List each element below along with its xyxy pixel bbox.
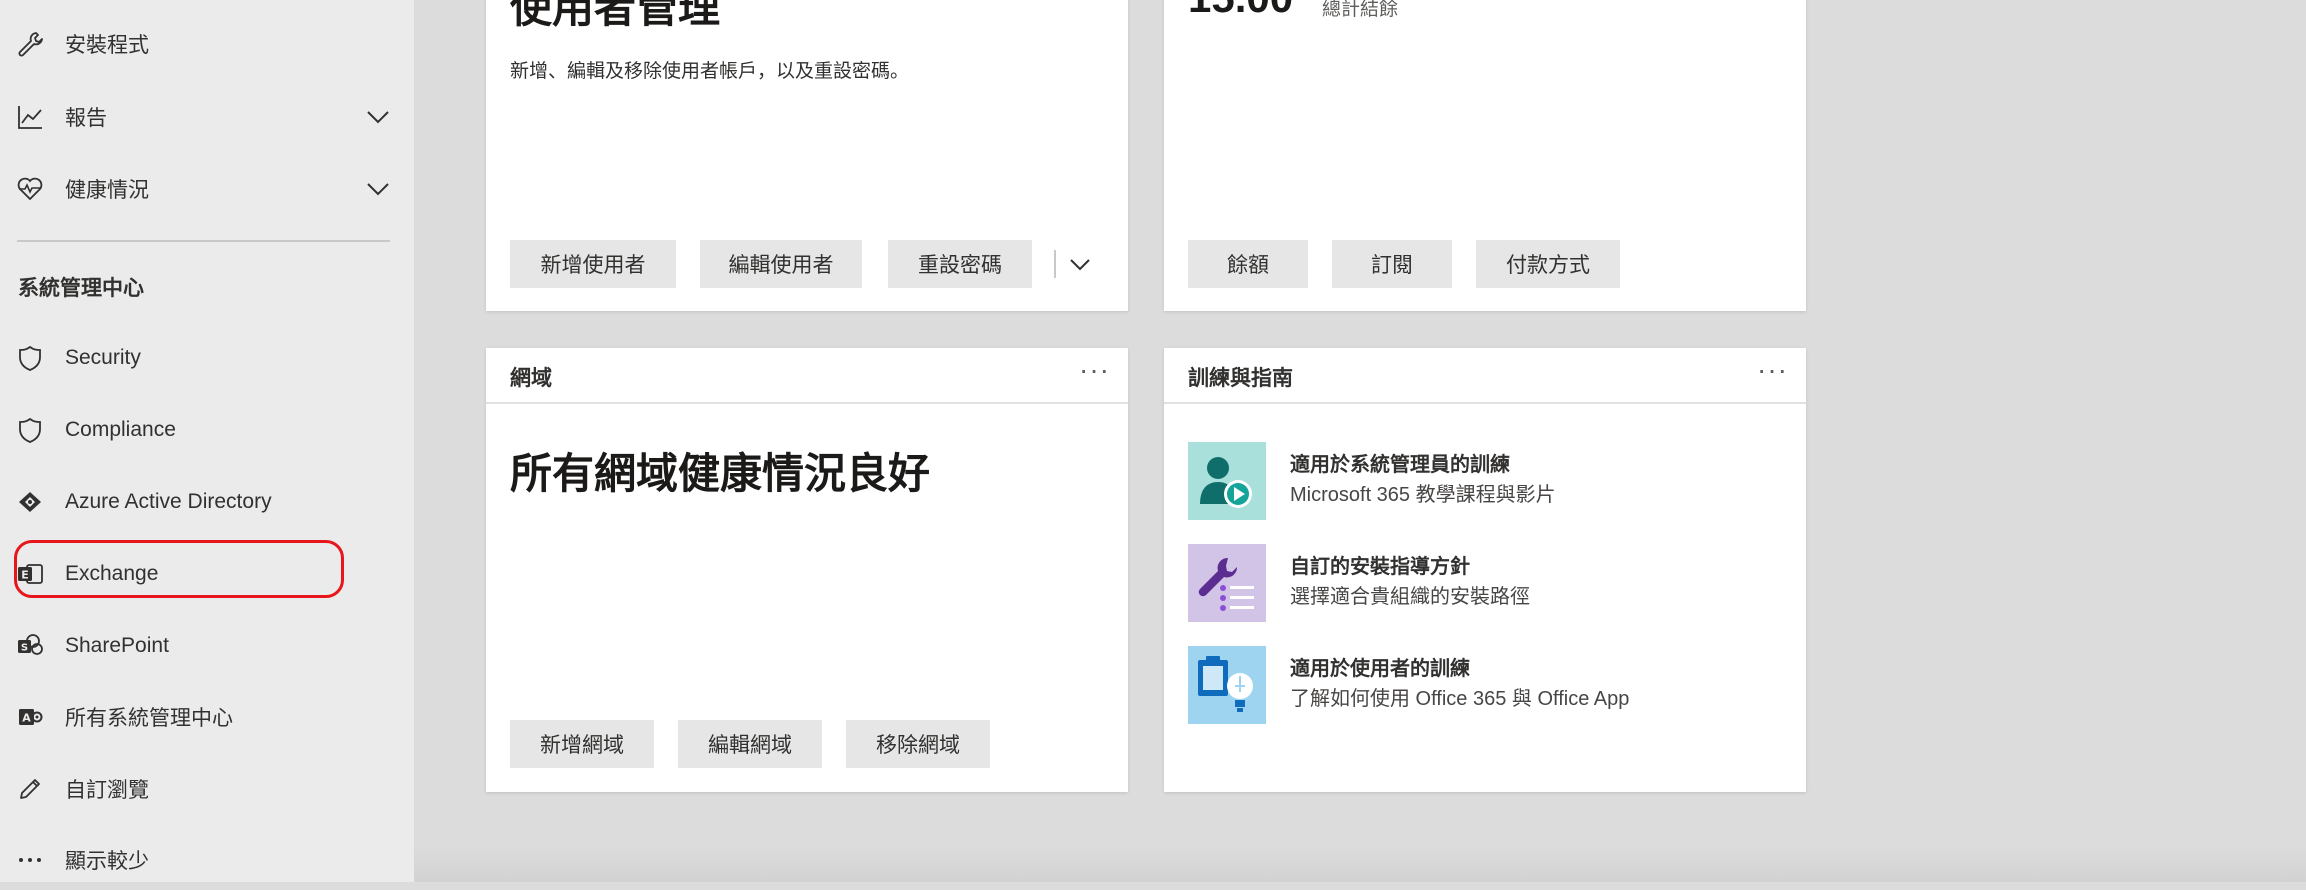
training-card-title: 訓練與指南: [1188, 367, 1293, 390]
user-management-title: 使用者管理: [510, 0, 721, 31]
setup-tools-icon: [1188, 544, 1266, 622]
billing-amount: 15.00: [1188, 0, 1293, 22]
pencil-icon: [14, 773, 46, 805]
left-navigation: 安裝程式 報告 健康情況 系統管理中心 Security Compliance: [0, 0, 414, 882]
training-item-subtitle: 選擇適合貴組織的安裝路徑: [1290, 586, 1530, 608]
svg-text:S: S: [21, 643, 28, 654]
shield-icon: [14, 342, 46, 374]
all-admin-centers-icon: A: [14, 701, 46, 733]
edit-user-button[interactable]: 編輯使用者: [700, 240, 862, 288]
training-item-admin[interactable]: 適用於系統管理員的訓練 Microsoft 365 教學課程與影片: [1188, 442, 1788, 522]
domains-card: 網域 ··· 所有網域健康情況良好 新增網域 編輯網域 移除網域: [486, 348, 1128, 792]
nav-label-compliance: Compliance: [65, 418, 176, 441]
wrench-icon: [14, 28, 46, 60]
nav-item-azure-ad[interactable]: Azure Active Directory: [0, 472, 414, 532]
training-item-title: 自訂的安裝指導方針: [1290, 556, 1470, 578]
nav-item-health[interactable]: 健康情況: [0, 159, 414, 219]
nav-item-compliance[interactable]: Compliance: [0, 400, 414, 460]
nav-label-health: 健康情況: [65, 179, 149, 202]
admin-training-video-icon: [1188, 442, 1266, 520]
training-item-subtitle: Microsoft 365 教學課程與影片: [1290, 484, 1556, 506]
heart-pulse-icon: [14, 173, 46, 205]
nav-item-show-less[interactable]: 顯示較少: [0, 830, 414, 890]
chevron-down-icon[interactable]: [364, 103, 392, 131]
nav-label-customize-navigation: 自訂瀏覽: [65, 779, 149, 802]
training-item-user-training[interactable]: 適用於使用者的訓練 了解如何使用 Office 365 與 Office App: [1188, 646, 1788, 726]
clipboard-lightbulb-icon: [1188, 646, 1266, 724]
nav-item-security[interactable]: Security: [0, 328, 414, 388]
nav-item-reports[interactable]: 報告: [0, 87, 414, 147]
domains-card-header: 網域 ···: [486, 348, 1128, 404]
nav-label-show-less: 顯示較少: [65, 850, 149, 873]
domains-card-title: 網域: [510, 367, 552, 390]
edit-domain-button[interactable]: 編輯網域: [678, 720, 822, 768]
user-management-description: 新增、編輯及移除使用者帳戶，以及重設密碼。: [510, 61, 910, 82]
billing-amount-caption: 總計結餘: [1322, 0, 1399, 20]
training-item-subtitle: 了解如何使用 Office 365 與 Office App: [1290, 688, 1630, 710]
azure-ad-icon: [14, 486, 46, 518]
section-heading-admin-centers: 系統管理中心: [18, 277, 144, 300]
nav-label-security: Security: [65, 346, 141, 369]
more-options-icon[interactable]: ···: [1757, 354, 1788, 386]
training-card-header: 訓練與指南 ···: [1164, 348, 1806, 404]
chevron-down-icon[interactable]: [1066, 250, 1094, 278]
training-item-setup-guidance[interactable]: 自訂的安裝指導方針 選擇適合貴組織的安裝路徑: [1188, 544, 1788, 624]
page-bottom-shade: [414, 846, 2306, 882]
shield-icon: [14, 414, 46, 446]
nav-label-reports: 報告: [65, 107, 107, 130]
user-management-card: 使用者管理 新增、編輯及移除使用者帳戶，以及重設密碼。 新增使用者 編輯使用者 …: [486, 0, 1128, 311]
nav-label-setup: 安裝程式: [65, 34, 149, 57]
sharepoint-icon: S: [14, 630, 46, 662]
exchange-highlight-annotation: [14, 540, 344, 598]
nav-divider: [17, 240, 390, 242]
nav-label-azure-ad: Azure Active Directory: [65, 490, 272, 513]
nav-label-sharepoint: SharePoint: [65, 634, 169, 657]
more-icon: [14, 844, 46, 876]
chevron-down-icon[interactable]: [364, 175, 392, 203]
add-user-button[interactable]: 新增使用者: [510, 240, 676, 288]
payment-methods-button[interactable]: 付款方式: [1476, 240, 1620, 288]
training-item-title: 適用於系統管理員的訓練: [1290, 454, 1510, 476]
nav-item-customize-navigation[interactable]: 自訂瀏覽: [0, 759, 414, 819]
billing-card: 15.00 總計結餘 餘額 訂閱 付款方式: [1164, 0, 1806, 311]
training-item-title: 適用於使用者的訓練: [1290, 658, 1470, 680]
training-guides-card: 訓練與指南 ··· 適用於系統管理員的訓練 Microsoft 365 教學課程…: [1164, 348, 1806, 792]
nav-item-sharepoint[interactable]: S SharePoint: [0, 616, 414, 676]
chart-line-icon: [14, 101, 46, 133]
svg-text:A: A: [22, 712, 31, 725]
add-domain-button[interactable]: 新增網域: [510, 720, 654, 768]
remove-domain-button[interactable]: 移除網域: [846, 720, 990, 768]
more-options-icon[interactable]: ···: [1079, 354, 1110, 386]
button-separator: [1054, 250, 1056, 278]
reset-password-button[interactable]: 重設密碼: [888, 240, 1032, 288]
nav-item-setup[interactable]: 安裝程式: [0, 14, 414, 74]
balance-button[interactable]: 餘額: [1188, 240, 1308, 288]
nav-label-all-admin-centers: 所有系統管理中心: [65, 707, 233, 730]
subscriptions-button[interactable]: 訂閱: [1332, 240, 1452, 288]
domains-status: 所有網域健康情況良好: [510, 450, 931, 497]
nav-item-all-admin-centers[interactable]: A 所有系統管理中心: [0, 687, 414, 747]
